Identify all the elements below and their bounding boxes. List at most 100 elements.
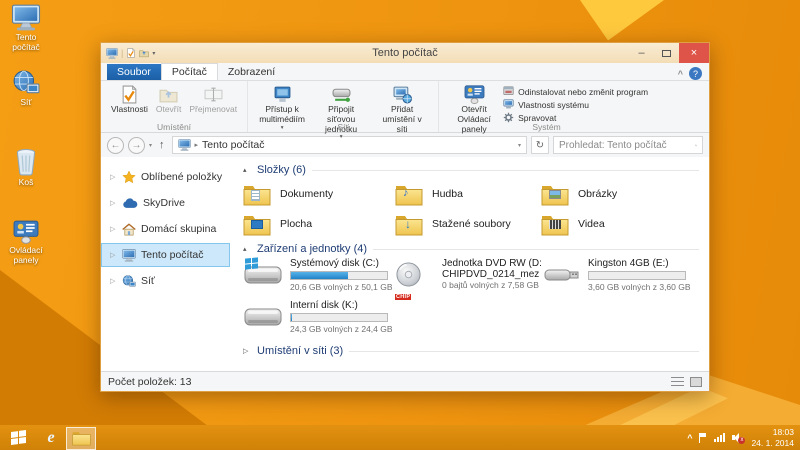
rename-button[interactable]: Přejmenovat xyxy=(185,84,241,116)
mute-badge-icon: x xyxy=(738,437,745,444)
sidebar-item-favorites[interactable]: ▷ Oblíbené položky xyxy=(101,165,230,189)
folder-item-music[interactable]: ♪ Hudba xyxy=(395,179,541,209)
ribbon-group-network: Přístup k multimédiím ▾ Připojit síťovou… xyxy=(248,81,439,132)
taskbar-ie-button[interactable]: e xyxy=(36,425,66,450)
devices-section-header[interactable]: ▴ Zařízení a jednotky (4) xyxy=(243,243,699,255)
sidebar-item-network[interactable]: ▷ Síť xyxy=(101,269,230,293)
new-folder-qat-icon[interactable] xyxy=(139,48,149,58)
search-icon[interactable] xyxy=(695,140,697,151)
thumbnails-view-icon[interactable] xyxy=(690,377,702,387)
close-button[interactable]: × xyxy=(679,43,709,63)
taskbar: e ^ x 18:03 24. 1. 2014 xyxy=(0,425,800,450)
recent-locations-caret-icon[interactable]: ▾ xyxy=(149,142,152,149)
add-network-location-icon xyxy=(393,85,412,104)
cloud-icon xyxy=(122,198,138,209)
open-icon xyxy=(159,85,178,104)
properties-button[interactable]: Vlastnosti xyxy=(107,84,152,116)
explorer-mini-icon xyxy=(106,48,118,59)
search-box[interactable] xyxy=(553,136,703,154)
expand-section-icon[interactable]: ▷ xyxy=(243,347,251,355)
map-network-drive-button[interactable]: Připojit síťovou jednotku ▾ xyxy=(310,84,372,142)
collapse-section-icon[interactable]: ▴ xyxy=(243,166,251,174)
capacity-fill xyxy=(291,314,292,321)
file-explorer-icon xyxy=(72,430,91,446)
folder-item-documents[interactable]: Dokumenty xyxy=(243,179,395,209)
film-overlay-icon xyxy=(549,220,561,229)
maximize-button[interactable] xyxy=(654,43,679,63)
system-tray: ^ x 18:03 24. 1. 2014 xyxy=(687,427,800,449)
expander-icon[interactable]: ▷ xyxy=(110,173,117,181)
minimize-button[interactable]: – xyxy=(629,43,654,63)
ribbon: Vlastnosti Otevřít Přejmenovat Umístění … xyxy=(101,81,709,133)
tray-chevron-icon[interactable]: ^ xyxy=(687,433,692,443)
sidebar-item-homegroup[interactable]: ▷ Domácí skupina xyxy=(101,217,230,241)
capacity-bar xyxy=(588,271,686,280)
title-bar[interactable]: | ▾ Tento počítač – × xyxy=(101,43,709,63)
control-panel-icon xyxy=(13,220,39,244)
sidebar-item-skydrive[interactable]: ▷ SkyDrive xyxy=(101,191,230,215)
network-icon xyxy=(122,275,136,288)
sidebar-item-this-pc[interactable]: ▷ Tento počítač xyxy=(101,243,230,267)
computer-icon xyxy=(122,249,136,262)
breadcrumb-path: Tento počítač xyxy=(202,139,264,151)
music-note-icon: ♪ xyxy=(403,188,409,199)
expander-icon[interactable]: ▷ xyxy=(110,251,117,259)
tab-view[interactable]: Zobrazení xyxy=(218,64,285,80)
picture-overlay-icon xyxy=(549,190,561,199)
recycle-bin-icon xyxy=(15,148,37,176)
homegroup-icon xyxy=(122,223,136,236)
chip-logo-badge: CHIP xyxy=(395,294,411,300)
star-icon xyxy=(122,170,136,184)
open-button[interactable]: Otevřít xyxy=(152,84,186,116)
section-rule xyxy=(373,249,699,250)
folder-item-desktop[interactable]: Plocha xyxy=(243,209,395,239)
desktop-icon-network[interactable]: Síť xyxy=(2,70,50,108)
collapse-section-icon[interactable]: ▴ xyxy=(243,245,251,253)
back-button[interactable]: ← xyxy=(107,137,124,154)
address-bar-row: ← → ▾ ↑ ▸ Tento počítač ▾ ↻ xyxy=(101,133,709,157)
drive-item-k[interactable]: Interní disk (K:) 24,3 GB volných z 24,4… xyxy=(243,300,395,342)
folder-item-downloads[interactable]: ↓ Stažené soubory xyxy=(395,209,541,239)
volume-muted-icon[interactable]: x xyxy=(732,432,744,443)
details-view-icon[interactable] xyxy=(671,377,684,387)
collapse-ribbon-icon[interactable]: ^ xyxy=(678,69,683,79)
navigation-pane: ▷ Oblíbené položky ▷ SkyDrive ▷ Domácí s… xyxy=(101,157,231,371)
help-icon[interactable]: ? xyxy=(689,67,702,80)
expander-icon[interactable]: ▷ xyxy=(110,277,117,285)
up-button[interactable]: ↑ xyxy=(156,139,168,151)
folder-item-videos[interactable]: Videa xyxy=(541,209,699,239)
start-button[interactable] xyxy=(0,425,36,450)
uninstall-program-button[interactable]: Odinstalovat nebo změnit program xyxy=(503,86,648,97)
expander-icon[interactable]: ▷ xyxy=(110,225,117,233)
desktop-icon-this-pc[interactable]: Tento počítač xyxy=(2,4,50,53)
forward-button[interactable]: → xyxy=(128,137,145,154)
caption-buttons: – × xyxy=(629,43,709,63)
desktop-icon-control-panel[interactable]: Ovládací panely xyxy=(2,220,50,266)
properties-qat-icon[interactable] xyxy=(126,48,136,58)
drive-item-c[interactable]: Systémový disk (C:) 20,6 GB volných z 50… xyxy=(243,258,395,300)
refresh-button[interactable]: ↻ xyxy=(531,136,549,154)
address-dropdown-caret-icon[interactable]: ▾ xyxy=(518,142,521,149)
system-properties-icon xyxy=(503,99,514,110)
folder-item-pictures[interactable]: Obrázky xyxy=(541,179,699,209)
tray-clock[interactable]: 18:03 24. 1. 2014 xyxy=(751,427,794,449)
expander-icon[interactable]: ▷ xyxy=(110,199,117,207)
tray-time: 18:03 xyxy=(751,427,794,438)
tab-computer[interactable]: Počítač xyxy=(161,63,218,80)
qat-customize-caret-icon[interactable]: ▾ xyxy=(152,50,155,57)
capacity-bar xyxy=(290,313,388,322)
action-center-flag-icon[interactable] xyxy=(699,433,707,443)
desktop-icon-recycle-bin[interactable]: Koš xyxy=(2,148,50,188)
media-access-icon xyxy=(273,85,292,104)
tab-file[interactable]: Soubor xyxy=(107,64,161,80)
drive-item-usb[interactable]: Kingston 4GB (E:) 3,60 GB volných z 3,60… xyxy=(541,258,699,300)
taskbar-explorer-button[interactable] xyxy=(66,427,96,450)
map-drive-icon xyxy=(332,85,351,104)
network-signal-icon[interactable] xyxy=(714,433,725,442)
folder-icon xyxy=(395,183,423,206)
drive-item-dvd[interactable]: CHIP Jednotka DVD RW (D:) CHIPDVD_0214_m… xyxy=(395,258,541,300)
folders-section-header[interactable]: ▴ Složky (6) xyxy=(243,164,699,176)
search-input[interactable] xyxy=(559,140,691,151)
network-locations-section-header[interactable]: ▷ Umístění v síti (3) xyxy=(243,345,699,357)
system-properties-button[interactable]: Vlastnosti systému xyxy=(503,99,648,110)
